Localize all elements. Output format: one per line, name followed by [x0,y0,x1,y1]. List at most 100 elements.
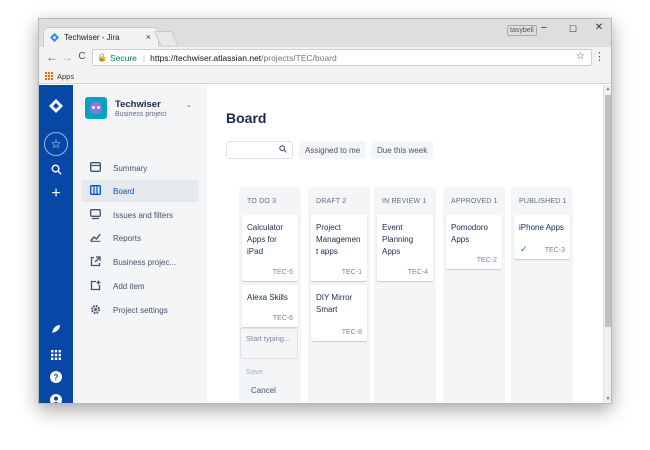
app-switcher-icon[interactable] [39,348,73,363]
summary-icon [89,162,101,174]
sidebar-item-project-settings[interactable]: Project settings [81,299,199,321]
board-column-approved: APPROVED 1 Pomodoro Apps TEC-2 [443,187,505,403]
add-item-icon [89,280,101,292]
sidebar-item-add-item[interactable]: Add item [81,275,199,297]
board-column-in-review: IN REVIEW 1 Event Planning Apps TEC-4 [374,187,436,403]
issue-card[interactable]: Pomodoro Apps TEC-2 [446,215,502,269]
column-header: APPROVED 1 [451,198,498,205]
board-column-draft: DRAFT 2 Project Managemen t apps TEC-1 D… [308,187,370,403]
save-button[interactable]: Save [246,367,263,376]
starred-icon[interactable]: ☆ [44,132,68,156]
column-header: PUBLISHED 1 [519,198,567,205]
card-title: Calculator Apps for iPad [247,223,284,256]
column-header: TO DO 3 [247,198,277,205]
sidebar-item-board[interactable]: Board [81,180,199,202]
card-key: TEC-6 [272,315,293,322]
sidebar-item-summary[interactable]: Summary [81,157,199,179]
sidebar-item-label: Issues and filters [113,210,174,220]
scroll-down-icon[interactable]: ▼ [604,396,611,402]
project-name[interactable]: Techwiser [115,99,161,110]
url-separator: | [142,52,146,63]
apps-grid-icon[interactable] [45,72,53,80]
lock-icon: 🔒 [97,53,107,62]
browser-menu-icon[interactable]: ⋮ [594,50,605,63]
bookmark-apps[interactable]: Apps [57,72,74,81]
url-input[interactable]: 🔒 Secure | https://techwiser.atlassian.n… [92,49,592,66]
close-window-button[interactable]: ✕ [589,22,609,33]
url-host: https://techwiser.atlassian.net [150,52,262,63]
scroll-up-icon[interactable]: ▲ [604,86,611,92]
settings-icon [89,304,101,316]
card-title: Project Managemen t apps [316,223,361,256]
reload-button[interactable]: C [75,51,89,62]
browser-window: Techwiser - Jira × tasybell − ☐ ✕ ← → C … [38,18,612,404]
card-key: TEC-8 [341,329,362,336]
rocket-icon[interactable] [39,324,73,337]
sidebar-item-business-project[interactable]: Business projec... [81,251,199,273]
sidebar-item-reports[interactable]: Reports [81,227,199,249]
issue-card[interactable]: Project Managemen t apps TEC-1 [311,215,367,281]
issue-card[interactable]: Event Planning Apps TEC-4 [377,215,433,281]
sidebar-item-label: Summary [113,163,148,173]
sidebar-item-label: Project settings [113,305,168,315]
maximize-button[interactable]: ☐ [563,24,583,35]
screenshot-stage: Techwiser - Jira × tasybell − ☐ ✕ ← → C … [0,0,650,450]
issue-card[interactable]: Calculator Apps for iPad TEC-5 [242,215,298,281]
card-title: iPhone Apps [519,223,564,232]
external-link-icon [89,256,101,268]
board-column-published: PUBLISHED 1 iPhone Apps ✓ TEC-3 [511,187,573,403]
bookmarks-bar: Apps [39,69,611,84]
search-icon[interactable] [39,164,73,178]
search-icon [279,145,287,155]
issue-card[interactable]: Alexa Skills TEC-6 [242,285,298,327]
card-title: Pomodoro Apps [451,223,488,244]
board-icon [89,185,101,197]
robot-icon [90,101,102,114]
minimize-button[interactable]: − [534,22,554,34]
browser-tab[interactable]: Techwiser - Jira × [43,27,159,47]
create-icon[interactable]: + [39,185,73,203]
back-button[interactable]: ← [45,50,59,64]
cancel-button[interactable]: Cancel [251,386,276,395]
scrollbar-thumb[interactable] [605,95,611,327]
card-key: TEC-4 [407,269,428,276]
project-sidebar: Techwiser Business project ⌄ Summary Boa… [73,85,207,403]
jira-logo-icon[interactable] [39,99,73,116]
issue-card[interactable]: iPhone Apps ✓ TEC-3 [514,215,570,259]
tab-close-icon[interactable]: × [146,32,151,42]
page-title: Board [226,110,267,126]
address-bar-row: ← → C 🔒 Secure | https://techwiser.atlas… [39,47,611,69]
page-scrollbar[interactable]: ▲ ▼ [603,85,611,403]
url-path: /projects/TEC/board [261,52,337,63]
help-icon[interactable]: ? [39,371,73,386]
sidebar-item-label: Add item [113,281,145,291]
column-header: DRAFT 2 [316,198,347,205]
sidebar-item-issues[interactable]: Issues and filters [81,204,199,226]
filter-due-this-week[interactable]: Due this week [371,141,434,159]
card-key: TEC-1 [341,269,362,276]
board-main: Board Assigned to me Due this week TO DO… [207,85,597,403]
issues-icon [89,209,101,221]
issue-card[interactable]: DIY Mirror Smart TEC-8 [311,285,367,341]
done-check-icon: ✓ [520,244,528,254]
profile-icon[interactable] [39,394,73,403]
filter-assigned-to-me[interactable]: Assigned to me [299,141,367,159]
card-title: DIY Mirror Smart [316,293,353,314]
reports-icon [89,232,101,244]
card-key: TEC-3 [544,247,565,254]
jira-app: ☆ + ? Techwiser Business project ⌄ Summa… [39,85,605,403]
profile-badge[interactable]: tasybell [507,25,537,36]
secure-label: Secure [109,52,137,63]
sidebar-item-label: Business projec... [113,257,177,267]
global-nav: ☆ + ? [39,85,73,403]
board-search-input[interactable] [226,141,293,159]
card-key: TEC-2 [476,257,497,264]
chevron-down-icon[interactable]: ⌄ [186,101,192,109]
card-title: Event Planning Apps [382,223,414,256]
forward-button[interactable]: → [60,50,74,64]
column-header: IN REVIEW 1 [382,198,427,205]
project-avatar[interactable] [85,97,107,119]
create-issue-input[interactable]: Start typing... [240,328,298,359]
card-title: Alexa Skills [247,293,288,302]
bookmark-star-icon[interactable]: ☆ [576,51,585,62]
